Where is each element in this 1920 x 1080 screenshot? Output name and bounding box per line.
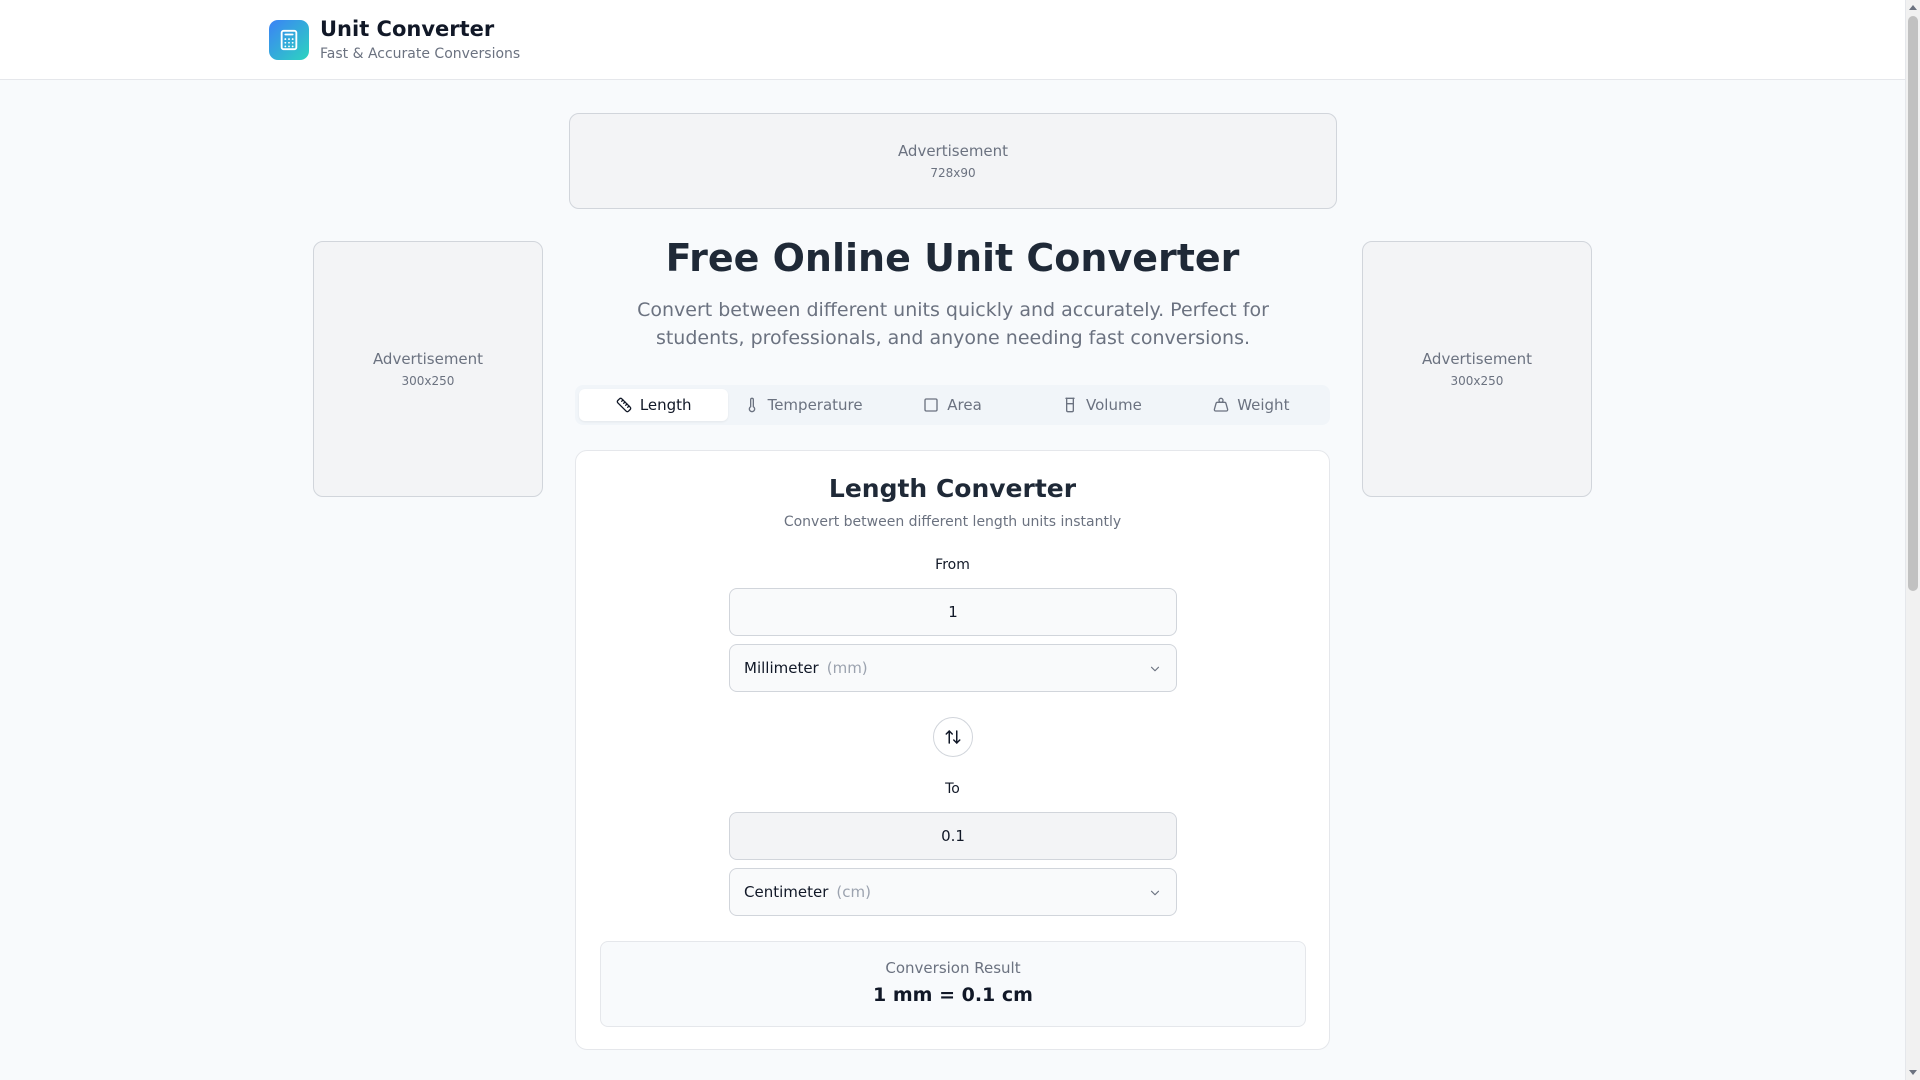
calculator-icon[interactable] bbox=[269, 20, 309, 60]
brand-title[interactable]: Unit Converter bbox=[320, 17, 494, 41]
to-unit-select[interactable]: Centimeter (cm) bbox=[729, 868, 1177, 916]
tab-label: Area bbox=[947, 396, 982, 414]
ad-label: Advertisement bbox=[1421, 350, 1533, 368]
ad-size: 300x250 bbox=[1450, 374, 1504, 388]
tab-label: Length bbox=[639, 396, 692, 414]
to-value-output[interactable]: 0.1 bbox=[729, 812, 1177, 860]
swap-vertical-icon bbox=[945, 730, 961, 744]
thermometer-icon bbox=[748, 397, 755, 413]
square-icon bbox=[924, 398, 938, 412]
ad-sidebar-right[interactable]: Advertisement 300x250 bbox=[1362, 241, 1592, 497]
from-unit-select[interactable]: Millimeter (mm) bbox=[729, 644, 1177, 692]
ad-label: Advertisement bbox=[372, 350, 484, 368]
converter-card: Length Converter Convert between differe… bbox=[575, 450, 1330, 1050]
converter-subtitle: Convert between different length units i… bbox=[783, 514, 1122, 530]
to-unit-abbr: (cm) bbox=[836, 883, 871, 901]
from-label: From bbox=[935, 557, 970, 573]
scroll-down-icon[interactable] bbox=[1909, 1070, 1917, 1075]
from-value-input[interactable]: 1 bbox=[729, 588, 1177, 636]
page-title: Free Online Unit Converter bbox=[665, 236, 1240, 280]
ad-label: Advertisement bbox=[897, 142, 1009, 160]
ad-banner-top[interactable]: Advertisement 728x90 bbox=[569, 113, 1337, 209]
tab-label: Temperature bbox=[767, 396, 863, 414]
tab-length[interactable]: Length bbox=[579, 389, 729, 421]
page-description: Convert between different units quickly … bbox=[637, 299, 1269, 349]
from-unit-name: Millimeter bbox=[744, 659, 819, 677]
swap-units-button[interactable] bbox=[933, 717, 973, 757]
tab-temperature[interactable]: Temperature bbox=[728, 389, 877, 421]
site-header: Unit Converter Fast & Accurate Conversio… bbox=[0, 0, 1905, 80]
ruler-icon bbox=[616, 397, 632, 413]
result-value: 1 mm = 0.1 cm bbox=[873, 984, 1033, 1006]
to-label: To bbox=[945, 781, 960, 797]
ad-size: 728x90 bbox=[930, 166, 976, 180]
tab-area[interactable]: Area bbox=[878, 389, 1027, 421]
category-tabs: Length Temperature Area Volume Weight bbox=[575, 385, 1330, 425]
weight-icon bbox=[1213, 397, 1229, 412]
chevron-down-icon bbox=[1150, 890, 1160, 896]
ad-size: 300x250 bbox=[401, 374, 455, 388]
scrollbar-thumb[interactable] bbox=[1908, 16, 1918, 591]
from-unit-abbr: (mm) bbox=[826, 659, 868, 677]
ad-sidebar-left[interactable]: Advertisement 300x250 bbox=[313, 241, 543, 497]
tab-label: Volume bbox=[1086, 396, 1142, 414]
brand-subtitle: Fast & Accurate Conversions bbox=[320, 46, 521, 62]
conversion-result-panel: Conversion Result 1 mm = 0.1 cm bbox=[600, 941, 1306, 1027]
page: Unit Converter Fast & Accurate Conversio… bbox=[0, 0, 1920, 1080]
from-value: 1 bbox=[948, 603, 958, 621]
to-value: 0.1 bbox=[941, 827, 965, 845]
tab-weight[interactable]: Weight bbox=[1177, 389, 1326, 421]
beaker-icon bbox=[1065, 397, 1075, 413]
tab-label: Weight bbox=[1237, 396, 1290, 414]
result-label: Conversion Result bbox=[885, 959, 1021, 977]
page-scrollbar[interactable] bbox=[1905, 0, 1920, 1080]
tab-volume[interactable]: Volume bbox=[1027, 389, 1176, 421]
scroll-up-icon[interactable] bbox=[1909, 5, 1917, 10]
to-unit-name: Centimeter bbox=[744, 883, 829, 901]
chevron-down-icon bbox=[1150, 666, 1160, 672]
converter-title: Length Converter bbox=[828, 474, 1077, 503]
